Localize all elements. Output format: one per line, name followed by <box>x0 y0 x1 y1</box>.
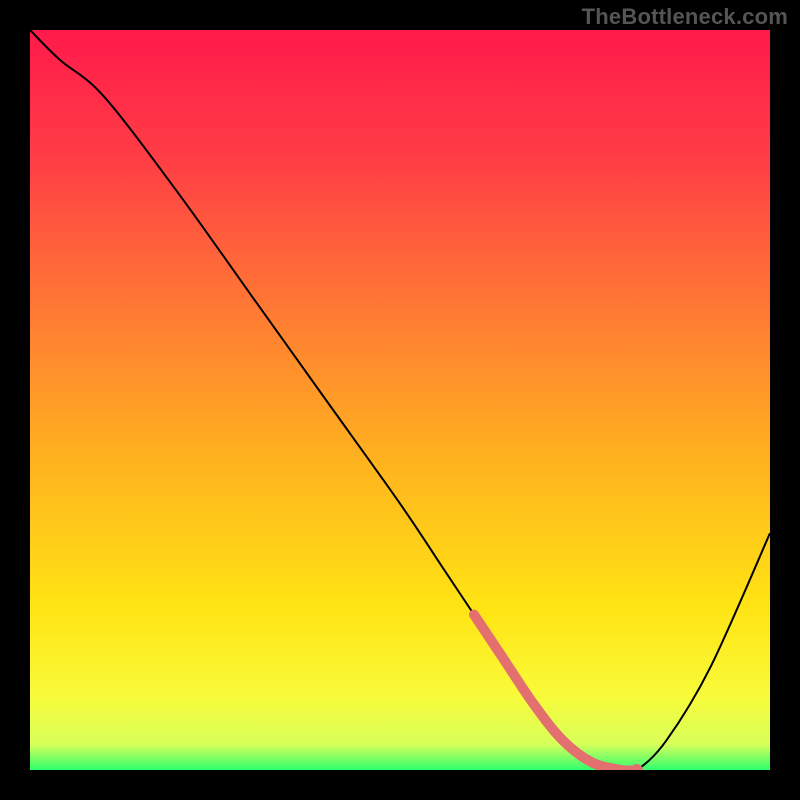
chart-svg <box>30 30 770 770</box>
gradient-background <box>30 30 770 770</box>
chart-container: TheBottleneck.com <box>0 0 800 800</box>
watermark-text: TheBottleneck.com <box>582 4 788 30</box>
plot-area <box>30 30 770 770</box>
